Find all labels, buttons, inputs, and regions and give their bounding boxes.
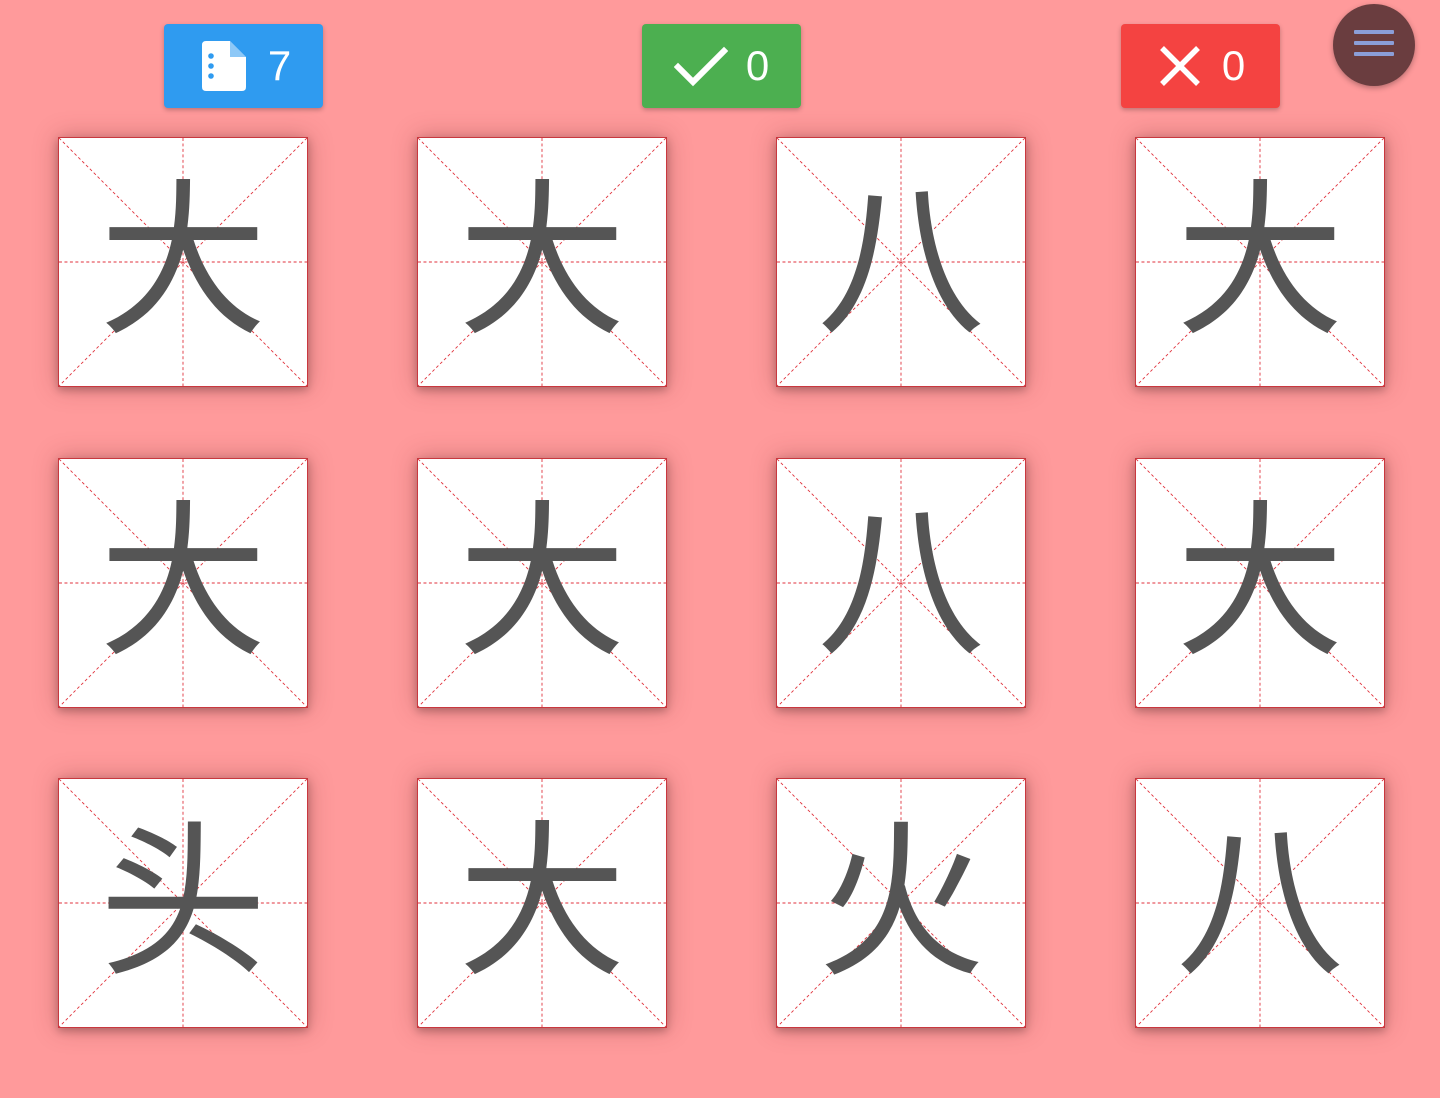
character-glyph: 大 (1176, 164, 1344, 360)
total-count-button[interactable]: 7 (164, 24, 323, 108)
character-glyph: 大 (99, 485, 267, 681)
character-card[interactable]: 大 (58, 137, 308, 387)
character-glyph: 大 (458, 164, 626, 360)
wrong-count-value: 0 (1221, 42, 1246, 89)
character-glyph: 大 (458, 485, 626, 681)
character-card[interactable]: 八 (776, 458, 1026, 708)
character-glyph: 八 (817, 164, 985, 360)
wrong-count-button[interactable]: 0 (1121, 24, 1280, 108)
character-card[interactable]: 大 (417, 137, 667, 387)
character-card[interactable]: 八 (1135, 778, 1385, 1028)
character-glyph: 头 (99, 805, 267, 1001)
character-glyph: 大 (99, 164, 267, 360)
character-card[interactable]: 大 (1135, 137, 1385, 387)
character-glyph: 八 (817, 485, 985, 681)
close-icon (1156, 42, 1204, 90)
character-glyph: 火 (817, 805, 985, 1001)
menu-button[interactable] (1333, 4, 1415, 86)
character-card[interactable]: 火 (776, 778, 1026, 1028)
character-card[interactable]: 大 (417, 778, 667, 1028)
character-card[interactable]: 八 (776, 137, 1026, 387)
total-count-value: 7 (267, 42, 292, 89)
character-card[interactable]: 大 (417, 458, 667, 708)
document-list-icon (196, 39, 250, 93)
character-glyph: 大 (1176, 485, 1344, 681)
character-card[interactable]: 大 (58, 458, 308, 708)
character-card[interactable]: 大 (1135, 458, 1385, 708)
character-glyph: 大 (458, 805, 626, 1001)
character-card[interactable]: 头 (58, 778, 308, 1028)
hamburger-menu-icon (1352, 27, 1396, 64)
check-icon (673, 39, 728, 93)
character-glyph: 八 (1176, 805, 1344, 1001)
correct-count-button[interactable]: 0 (642, 24, 801, 108)
correct-count-value: 0 (745, 42, 770, 89)
